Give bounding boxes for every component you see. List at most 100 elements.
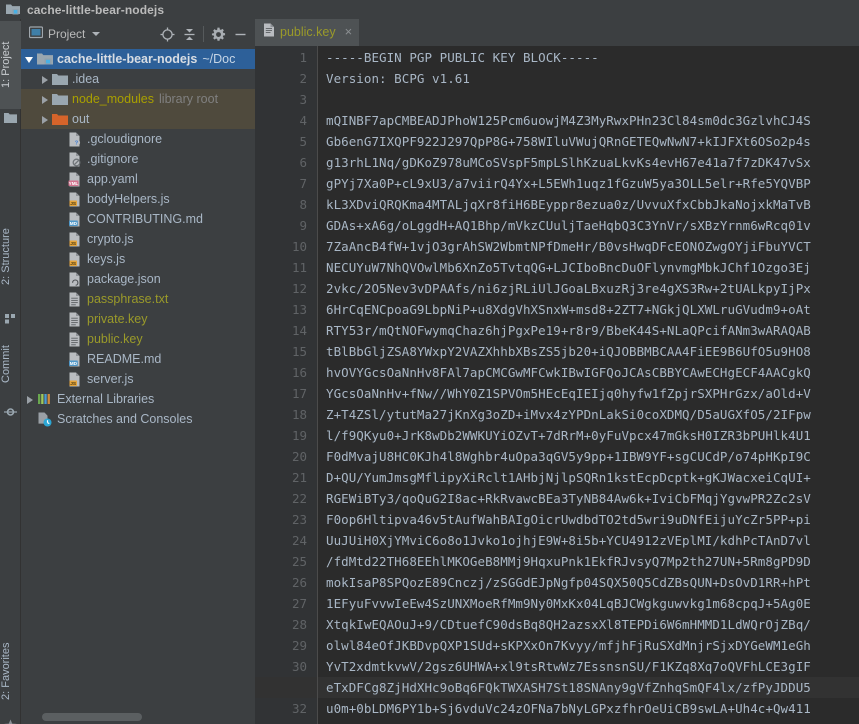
chevron-right-icon[interactable] — [24, 394, 35, 405]
tree-item-bodyhelpers-js[interactable]: JSbodyHelpers.js — [21, 189, 255, 209]
code-line[interactable]: l/f9QKyu0+JrK8wDb2WWKUYiOZvT+7dRrM+0yFuV… — [318, 425, 811, 446]
line-number[interactable]: 10 — [255, 236, 307, 257]
tree-item-private-key[interactable]: private.key — [21, 309, 255, 329]
collapse-all-icon[interactable] — [178, 23, 200, 45]
code-line[interactable]: u0m+0bLDM6PY1b+Sj6vduVc24zOFNa7bNyLGPxzf… — [318, 698, 811, 719]
tree-item-gcloudignore[interactable]: ?.gcloudignore — [21, 129, 255, 149]
line-number[interactable]: 3 — [255, 89, 307, 110]
code-line[interactable]: UuJUiH0XjYMviC6o8o1Jvko1ojhjE9W+8i5b+YCU… — [318, 530, 811, 551]
code-line[interactable]: Z+T4ZSl/ytutMa27jKnXg3oZD+iMvx4zYPDnLakS… — [318, 404, 811, 425]
line-number[interactable]: 28 — [255, 614, 307, 635]
line-number[interactable]: 5 — [255, 131, 307, 152]
code-line[interactable]: F0op6Hltipva46v5tAufWahBAIgOicrUwdbdTO2t… — [318, 509, 811, 530]
tree-item-gitignore[interactable]: .gitignore — [21, 149, 255, 169]
sidebar-item-structure[interactable]: 2: Structure — [0, 205, 21, 309]
code-line[interactable]: YGcsOaNnHv+fNw//WhY0Z1SPVOm5HEcEqIEIjq0h… — [318, 383, 811, 404]
tree-item-crypto-js[interactable]: JScrypto.js — [21, 229, 255, 249]
code-line[interactable] — [318, 89, 326, 110]
tree-item-idea[interactable]: .idea — [21, 69, 255, 89]
tree-item-node-modules[interactable]: node_moduleslibrary root — [21, 89, 255, 109]
line-number[interactable]: 21 — [255, 467, 307, 488]
line-number[interactable]: 19 — [255, 425, 307, 446]
chevron-down-icon[interactable] — [24, 54, 35, 65]
line-number[interactable]: 27 — [255, 593, 307, 614]
tree-item-app-yaml[interactable]: YMLapp.yaml — [21, 169, 255, 189]
code-line[interactable]: 6HrCqENCpoaG9LbpNiP+u8XdgVhXSnxW+msd8+2Z… — [318, 299, 811, 320]
code-line[interactable]: RGEWiBTy3/qoQuG2I8ac+RkRvawcBEa3TyNB84Aw… — [318, 488, 811, 509]
tree-item-cache-little-bear-nodejs[interactable]: cache-little-bear-nodejs~/Doc — [21, 49, 255, 69]
code-line[interactable]: g13rhL1Nq/gDKoZ978uMCoSVspF5mpLSlhKzuaLk… — [318, 152, 811, 173]
tree-item-server-js[interactable]: JSserver.js — [21, 369, 255, 389]
code-line[interactable]: D+QU/YumJmsgMflipyXiRclt1AHbjNjlpSQRn1ks… — [318, 467, 811, 488]
tree-item-package-json[interactable]: package.json — [21, 269, 255, 289]
project-view-selector[interactable]: Project — [25, 26, 104, 42]
chevron-right-icon[interactable] — [39, 74, 50, 85]
code-line[interactable]: eTxDFCg8ZjHdXHc9oBq6FQkTWXASH7St18SNAny9… — [318, 677, 811, 698]
tab-public-key[interactable]: public.key × — [255, 19, 359, 46]
chevron-right-icon[interactable] — [39, 114, 50, 125]
tree-item-public-key[interactable]: public.key — [21, 329, 255, 349]
line-number[interactable]: 7 — [255, 173, 307, 194]
line-number[interactable]: 8 — [255, 194, 307, 215]
line-number[interactable]: 30 — [255, 656, 307, 677]
close-icon[interactable]: × — [345, 25, 353, 38]
line-number[interactable]: 14 — [255, 320, 307, 341]
code-line[interactable]: hvOVYGcsOaNnHv8FAl7apCMCGwMFCwkIBwIGFQoJ… — [318, 362, 811, 383]
tree-item-passphrase-txt[interactable]: passphrase.txt — [21, 289, 255, 309]
line-number[interactable]: 25 — [255, 551, 307, 572]
code-line[interactable]: -----BEGIN PGP PUBLIC KEY BLOCK----- — [318, 47, 599, 68]
code-line[interactable]: 2vkc/2O5Nev3vDPAAfs/ni6zjRLiUlJGoaLBxuzR… — [318, 278, 811, 299]
line-number[interactable]: 13 — [255, 299, 307, 320]
locate-icon[interactable] — [156, 23, 178, 45]
line-number[interactable]: 17 — [255, 383, 307, 404]
line-number[interactable]: 26 — [255, 572, 307, 593]
line-number[interactable]: 23 — [255, 509, 307, 530]
line-number[interactable]: 15 — [255, 341, 307, 362]
code-line[interactable]: olwl84eOfJKBDvpQXP1SUd+sKPXxOn7Kvyy/mfjh… — [318, 635, 811, 656]
code-line[interactable]: /fdMtd22TH68EEhlMKOGeB8MMj9HqxuPnk1EkfRJ… — [318, 551, 811, 572]
line-number[interactable]: 12 — [255, 278, 307, 299]
code-line[interactable]: NECUYuW7NhQVOwlMb6XnZo5TvtqQG+LJCIboBncD… — [318, 257, 811, 278]
line-number[interactable]: 24 — [255, 530, 307, 551]
sidebar-item-favorites[interactable]: 2: Favorites — [0, 623, 21, 720]
project-panel-hscrollbar-thumb[interactable] — [42, 713, 142, 721]
tree-item-out[interactable]: out — [21, 109, 255, 129]
code-line[interactable]: Gb6enG7IXQPF922J297QpP8G+758WIluVWujQRnG… — [318, 131, 811, 152]
code-line[interactable]: 1EFyuFvvwIeEw4SzUNXMoeRfMm9Ny0MxKx04LqBJ… — [318, 593, 811, 614]
line-number[interactable]: 1 — [255, 47, 307, 68]
code-line[interactable]: kL3XDviQRQKma4MTALjqXr8fiH6BEyppr8ezua0z… — [318, 194, 811, 215]
line-number[interactable]: 11 — [255, 257, 307, 278]
tree-item-keys-js[interactable]: JSkeys.js — [21, 249, 255, 269]
code-editor[interactable]: 1234567891011121314151617181920212223242… — [255, 46, 859, 724]
line-number[interactable]: 18 — [255, 404, 307, 425]
code-line[interactable]: 7ZaAncB4fW+1vjO3grAhSW2WbmtNPfDmeHr/B0vs… — [318, 236, 811, 257]
line-number[interactable]: 4 — [255, 110, 307, 131]
code-line[interactable]: RTY53r/mQtNOFwymqChaz6hjPgxPe19+r8r9/Bbe… — [318, 320, 811, 341]
gear-icon[interactable] — [207, 23, 229, 45]
sidebar-item-project[interactable]: 1: Project — [0, 21, 21, 109]
code-line[interactable]: XtqkIwEQAOuJ+9/CDtuefC90dsBq8QH2azsxXl8T… — [318, 614, 811, 635]
code-line[interactable]: GDAs+xA6g/oLggdH+AQ1Bhp/mVkzCUuljTaeHqbQ… — [318, 215, 811, 236]
code-line[interactable]: mokIsaP8SPQozE89Cnczj/zSGGdEJpNgfp04SQX5… — [318, 572, 811, 593]
code-line[interactable]: gPYj7Xa0P+cL9xU3/a7viirQ4Yx+L5EWh1uqz1fG… — [318, 173, 811, 194]
tree-item-contributing-md[interactable]: MDCONTRIBUTING.md — [21, 209, 255, 229]
sidebar-item-commit[interactable]: Commit — [0, 325, 21, 403]
hide-panel-icon[interactable] — [229, 23, 251, 45]
code-line[interactable]: tBlBbGljZSA8YWxpY2VAZXhhbXBsZS5jb20+iQJO… — [318, 341, 811, 362]
tree-item-readme-md[interactable]: MDREADME.md — [21, 349, 255, 369]
tree-item-scratches-and-consoles[interactable]: Scratches and Consoles — [21, 409, 255, 429]
tree-item-external-libraries[interactable]: External Libraries — [21, 389, 255, 409]
project-panel-hscrollbar[interactable] — [21, 710, 255, 724]
code-line[interactable]: mQINBF7apCMBEADJPhoW125Pcm6uowjM4Z3MyRwx… — [318, 110, 811, 131]
editor-text[interactable]: -----BEGIN PGP PUBLIC KEY BLOCK-----Vers… — [318, 46, 859, 724]
editor-gutter[interactable]: 1234567891011121314151617181920212223242… — [255, 46, 317, 724]
project-file-tree[interactable]: cache-little-bear-nodejs~/Doc.ideanode_m… — [21, 49, 255, 710]
line-number[interactable]: 16 — [255, 362, 307, 383]
code-line[interactable]: Version: BCPG v1.61 — [318, 68, 470, 89]
line-number[interactable]: 9 — [255, 215, 307, 236]
line-number[interactable]: 32 — [255, 698, 307, 719]
code-line[interactable]: F0dMvajU8HC0KJh4l8Wghbr4uOpa3qGV5y9pp+1I… — [318, 446, 811, 467]
line-number[interactable]: 29 — [255, 635, 307, 656]
line-number[interactable]: 6 — [255, 152, 307, 173]
line-number[interactable]: 20 — [255, 446, 307, 467]
